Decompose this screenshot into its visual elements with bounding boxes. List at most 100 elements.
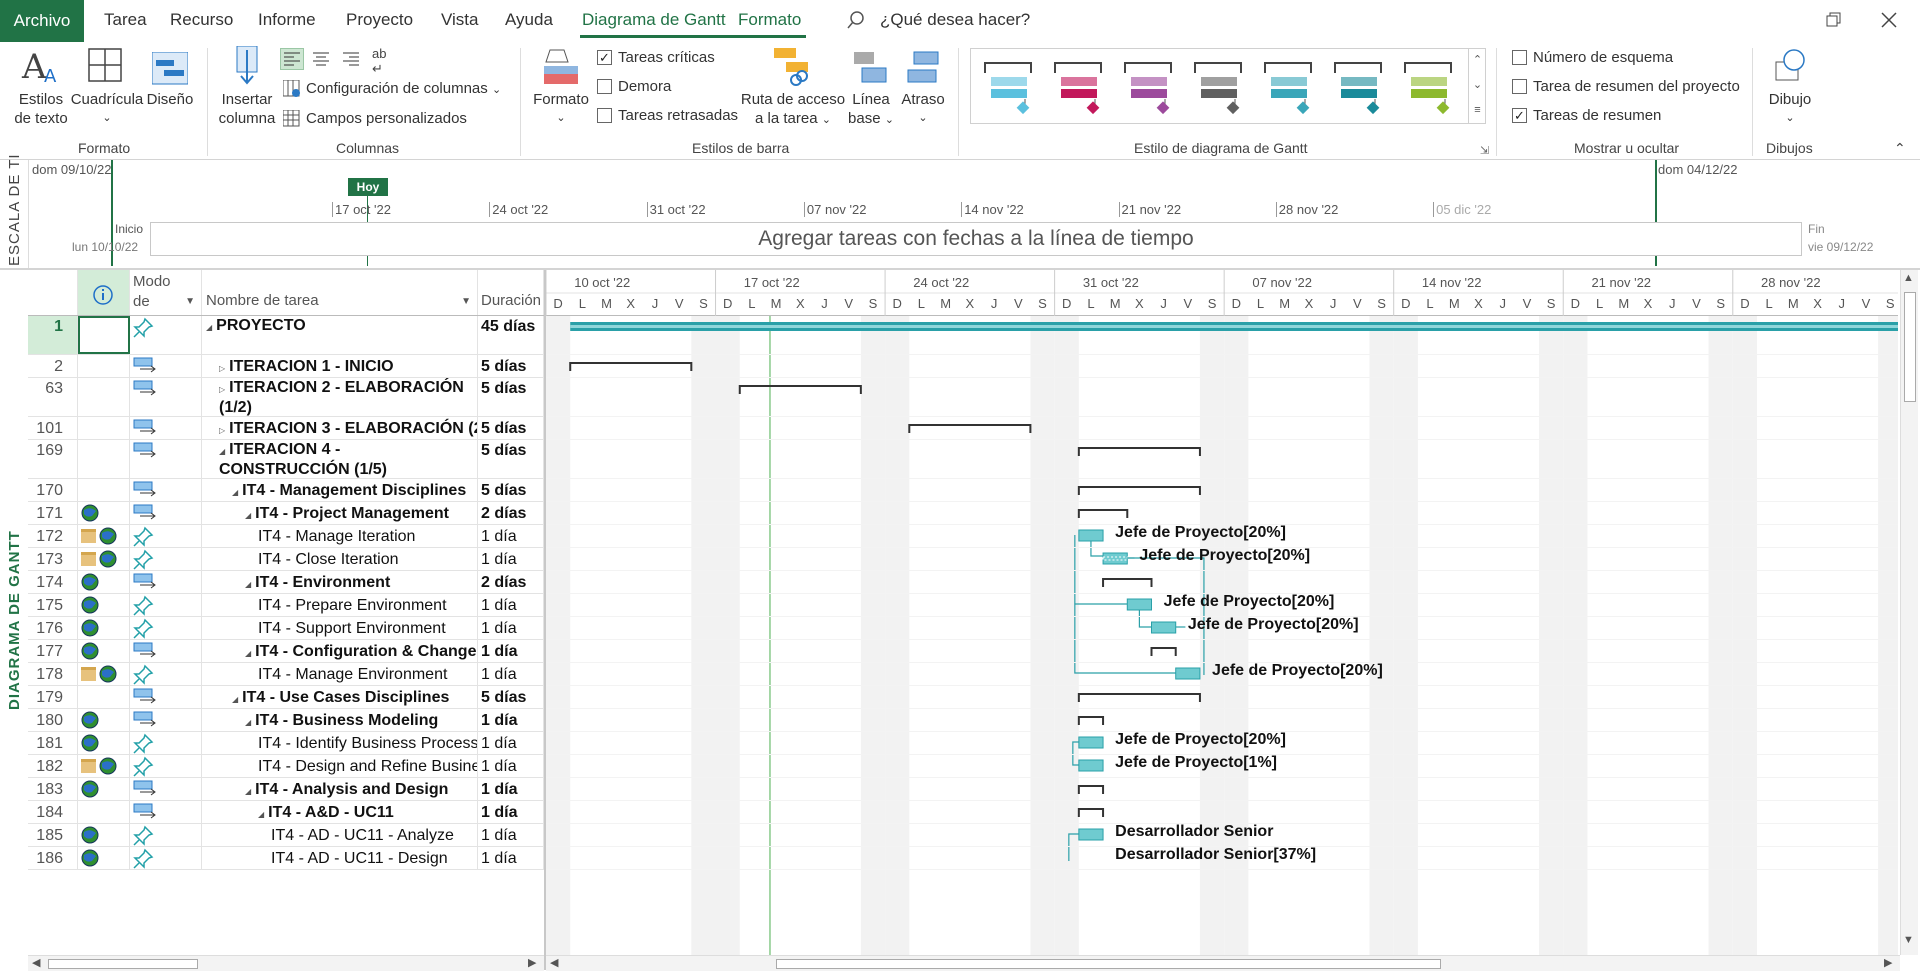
- row-task-mode[interactable]: [130, 732, 202, 754]
- table-row[interactable]: 169 ◢ ITERACION 4 - CONSTRUCCIÓN (1/5) 5 dí…: [28, 440, 544, 479]
- diseno-button[interactable]: Diseño: [146, 90, 194, 109]
- row-duration[interactable]: 1 día: [478, 594, 544, 616]
- restore-icon[interactable]: [1826, 12, 1842, 28]
- tab-ayuda[interactable]: Ayuda: [505, 10, 553, 30]
- align-right-button[interactable]: [340, 49, 362, 69]
- row-id[interactable]: 180: [28, 709, 78, 731]
- row-task-name[interactable]: ◢ IT4 - Business Modeling: [202, 709, 478, 731]
- grid-scroll-thumb[interactable]: [48, 959, 198, 969]
- row-duration[interactable]: 1 día: [478, 663, 544, 685]
- ruta-acceso-button[interactable]: Ruta de acceso a la tarea ⌄: [738, 90, 848, 130]
- row-task-mode[interactable]: [130, 479, 202, 501]
- scroll-right-icon[interactable]: ▶: [528, 956, 536, 969]
- numero-esquema-checkbox[interactable]: [1512, 50, 1527, 65]
- table-row[interactable]: 175 IT4 - Prepare Environment 1 día: [28, 594, 544, 617]
- row-task-mode[interactable]: [130, 502, 202, 524]
- collapse-toggle-icon[interactable]: ◢: [245, 580, 251, 589]
- table-row[interactable]: 176 IT4 - Support Environment 1 día: [28, 617, 544, 640]
- table-row[interactable]: 101 ▷ ITERACION 3 - ELABORACIÓN (2/2) 5 día…: [28, 417, 544, 440]
- gantt-style-swatch[interactable]: [1051, 59, 1111, 119]
- table-row[interactable]: 178 IT4 - Manage Environment 1 día: [28, 663, 544, 686]
- row-task-name[interactable]: ◢ IT4 - Configuration & Change: [202, 640, 478, 662]
- row-task-mode[interactable]: [130, 417, 202, 439]
- table-row[interactable]: 180 ◢ IT4 - Business Modeling 1 día: [28, 709, 544, 732]
- row-task-name[interactable]: IT4 - Manage Environment: [202, 663, 478, 685]
- align-center-button[interactable]: [310, 49, 332, 69]
- row-task-mode[interactable]: [130, 640, 202, 662]
- table-row[interactable]: 179 ◢ IT4 - Use Cases Disciplines 5 días: [28, 686, 544, 709]
- row-task-name[interactable]: IT4 - Support Environment: [202, 617, 478, 639]
- row-id[interactable]: 2: [28, 355, 78, 377]
- row-duration[interactable]: 1 día: [478, 640, 544, 662]
- row-task-mode[interactable]: [130, 755, 202, 777]
- row-duration[interactable]: 2 días: [478, 571, 544, 593]
- row-task-name[interactable]: ◢ IT4 - Management Disciplines: [202, 479, 478, 501]
- config-columnas-button[interactable]: Configuración de columnas ⌄: [306, 80, 501, 97]
- table-row[interactable]: 181 IT4 - Identify Business Process 1 día: [28, 732, 544, 755]
- collapse-toggle-icon[interactable]: ◢: [245, 511, 251, 520]
- tab-recurso[interactable]: Recurso: [170, 10, 233, 30]
- row-duration[interactable]: 5 días: [478, 355, 544, 377]
- row-task-name[interactable]: IT4 - Prepare Environment: [202, 594, 478, 616]
- row-id[interactable]: 184: [28, 801, 78, 823]
- scroll-up-icon[interactable]: ▲: [1903, 272, 1914, 284]
- row-id[interactable]: 175: [28, 594, 78, 616]
- dropdown-arrow-icon[interactable]: ▼: [185, 292, 195, 312]
- row-task-mode[interactable]: [130, 378, 202, 416]
- estilos-texto-button[interactable]: Estilos de texto: [10, 90, 72, 128]
- header-duracion[interactable]: Duración: [478, 270, 544, 315]
- tareas-retrasadas-checkbox[interactable]: [597, 108, 612, 123]
- chart-vscrollbar[interactable]: ▲ ▼: [1900, 270, 1918, 955]
- table-row[interactable]: 183 ◢ IT4 - Analysis and Design 1 día: [28, 778, 544, 801]
- campos-personalizados-button[interactable]: Campos personalizados: [306, 110, 467, 127]
- row-task-name[interactable]: ▷ ITERACION 3 - ELABORACIÓN (2/2): [202, 417, 478, 439]
- row-task-name[interactable]: ◢ PROYECTO: [202, 316, 478, 354]
- row-task-mode[interactable]: [130, 824, 202, 846]
- row-duration[interactable]: 5 días: [478, 417, 544, 439]
- scroll-left-icon[interactable]: ◀: [550, 956, 558, 969]
- row-id[interactable]: 63: [28, 378, 78, 416]
- search-input[interactable]: ¿Qué desea hacer?: [880, 10, 1030, 30]
- collapse-toggle-icon[interactable]: ◢: [206, 323, 212, 332]
- insertar-columna-button[interactable]: Insertar columna: [214, 90, 280, 128]
- row-task-name[interactable]: IT4 - Identify Business Process: [202, 732, 478, 754]
- formato-barra-button[interactable]: Formato ⌄: [530, 90, 592, 128]
- collapse-toggle-icon[interactable]: ▷: [219, 364, 225, 373]
- row-task-name[interactable]: ◢ IT4 - A&D - UC11: [202, 801, 478, 823]
- row-task-name[interactable]: ◢ IT4 - Project Management: [202, 502, 478, 524]
- row-task-name[interactable]: ◢ IT4 - Environment: [202, 571, 478, 593]
- dibujo-button[interactable]: Dibujo ⌄: [1762, 90, 1818, 128]
- row-duration[interactable]: 5 días: [478, 479, 544, 501]
- dropdown-arrow-icon[interactable]: ▼: [461, 296, 471, 307]
- tab-proyecto[interactable]: Proyecto: [346, 10, 413, 30]
- row-task-name[interactable]: IT4 - Design and Refine Business: [202, 755, 478, 777]
- row-duration[interactable]: 5 días: [478, 378, 544, 416]
- row-duration[interactable]: 45 días: [478, 316, 544, 354]
- row-task-name[interactable]: ◢ IT4 - Use Cases Disciplines: [202, 686, 478, 708]
- row-task-name[interactable]: ▷ ITERACION 2 - ELABORACIÓN (1/2): [202, 378, 478, 416]
- gantt-style-swatch[interactable]: [1121, 59, 1181, 119]
- row-id[interactable]: 177: [28, 640, 78, 662]
- vscroll-thumb[interactable]: [1904, 292, 1916, 402]
- row-id[interactable]: 186: [28, 847, 78, 869]
- collapse-toggle-icon[interactable]: ▷: [219, 426, 225, 435]
- row-task-mode[interactable]: [130, 525, 202, 547]
- align-left-button[interactable]: [280, 48, 304, 70]
- collapse-toggle-icon[interactable]: ◢: [219, 447, 225, 456]
- row-duration[interactable]: 1 día: [478, 778, 544, 800]
- row-duration[interactable]: 1 día: [478, 548, 544, 570]
- table-row[interactable]: 182 IT4 - Design and Refine Business 1 día: [28, 755, 544, 778]
- tab-vista[interactable]: Vista: [441, 10, 479, 30]
- collapse-toggle-icon[interactable]: ◢: [245, 718, 251, 727]
- row-task-mode[interactable]: [130, 663, 202, 685]
- header-indicators[interactable]: [78, 270, 130, 315]
- gantt-style-swatch[interactable]: [1331, 59, 1391, 119]
- scroll-left-icon[interactable]: ◀: [32, 956, 40, 969]
- table-row[interactable]: 184 ◢ IT4 - A&D - UC11 1 día: [28, 801, 544, 824]
- row-task-mode[interactable]: [130, 440, 202, 478]
- row-id[interactable]: 182: [28, 755, 78, 777]
- row-task-mode[interactable]: [130, 617, 202, 639]
- table-row[interactable]: 177 ◢ IT4 - Configuration & Change 1 día: [28, 640, 544, 663]
- row-task-name[interactable]: IT4 - Close Iteration: [202, 548, 478, 570]
- row-duration[interactable]: 1 día: [478, 617, 544, 639]
